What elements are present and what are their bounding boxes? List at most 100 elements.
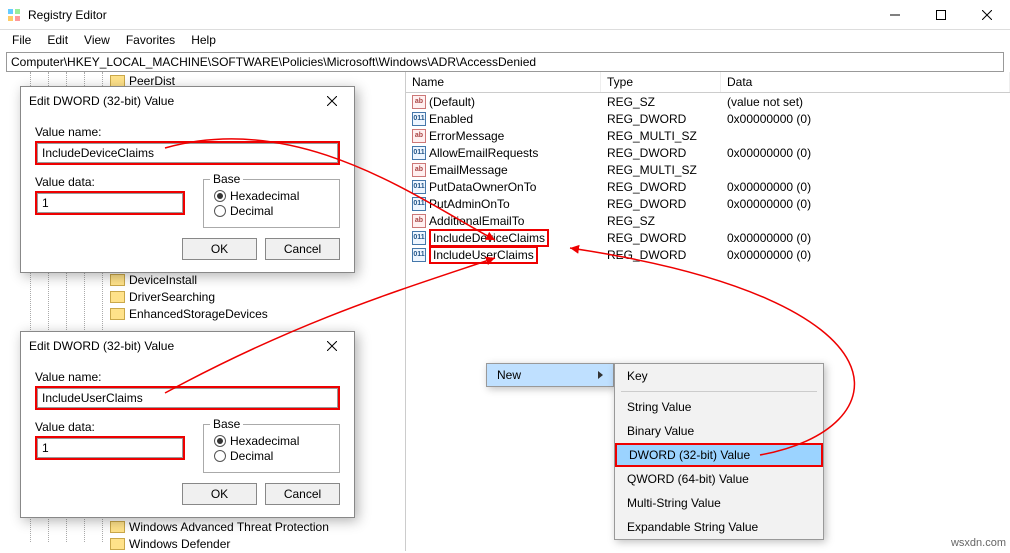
- dialog-title: Edit DWORD (32-bit) Value: [29, 339, 174, 353]
- folder-icon: [110, 538, 125, 550]
- base-groupbox: Base Hexadecimal Decimal: [203, 179, 340, 228]
- context-menu-item-string[interactable]: String Value: [615, 395, 823, 419]
- string-value-icon: ab: [412, 129, 426, 143]
- table-row[interactable]: 011EnabledREG_DWORD0x00000000 (0): [406, 110, 1010, 127]
- menu-file[interactable]: File: [4, 32, 39, 48]
- value-name: AllowEmailRequests: [429, 146, 538, 160]
- context-menu-item-new[interactable]: New: [487, 364, 613, 386]
- value-data: 0x00000000 (0): [721, 109, 1010, 129]
- column-name[interactable]: Name: [406, 72, 601, 92]
- maximize-button[interactable]: [918, 0, 964, 30]
- value-name-input[interactable]: [37, 388, 338, 408]
- value-data: 0x00000000 (0): [721, 194, 1010, 214]
- dword-value-icon: 011: [412, 231, 426, 245]
- base-groupbox: Base Hexadecimal Decimal: [203, 424, 340, 473]
- radio-dec[interactable]: Decimal: [214, 204, 329, 218]
- value-data: [721, 167, 1010, 173]
- tree-item[interactable]: DeviceInstall: [110, 273, 197, 287]
- menubar: File Edit View Favorites Help: [0, 30, 1010, 50]
- column-type[interactable]: Type: [601, 72, 721, 92]
- radio-icon: [214, 190, 226, 202]
- menu-view[interactable]: View: [76, 32, 118, 48]
- window-title: Registry Editor: [28, 8, 872, 22]
- folder-icon: [110, 521, 125, 533]
- value-name-input[interactable]: [37, 143, 338, 163]
- menu-help[interactable]: Help: [183, 32, 224, 48]
- table-row[interactable]: 011IncludeDeviceClaimsREG_DWORD0x0000000…: [406, 229, 1010, 246]
- radio-hex[interactable]: Hexadecimal: [214, 434, 329, 448]
- table-row[interactable]: 011PutDataOwnerOnToREG_DWORD0x00000000 (…: [406, 178, 1010, 195]
- value-name: (Default): [429, 95, 475, 109]
- table-row[interactable]: 011PutAdminOnToREG_DWORD0x00000000 (0): [406, 195, 1010, 212]
- value-name: PutAdminOnTo: [429, 197, 510, 211]
- context-menu-item-key[interactable]: Key: [615, 364, 823, 388]
- table-row[interactable]: ab(Default)REG_SZ(value not set): [406, 93, 1010, 110]
- close-button[interactable]: [964, 0, 1010, 30]
- menu-edit[interactable]: Edit: [39, 32, 76, 48]
- cancel-button[interactable]: Cancel: [265, 238, 340, 260]
- dword-value-icon: 011: [412, 248, 426, 262]
- dword-value-icon: 011: [412, 180, 426, 194]
- table-row[interactable]: 011IncludeUserClaimsREG_DWORD0x00000000 …: [406, 246, 1010, 263]
- value-data: 0x00000000 (0): [721, 245, 1010, 265]
- value-data-input[interactable]: [37, 438, 183, 458]
- string-value-icon: ab: [412, 214, 426, 228]
- radio-icon: [214, 435, 226, 447]
- window-controls: [872, 0, 1010, 30]
- tree-item[interactable]: DriverSearching: [110, 290, 215, 304]
- tree-item[interactable]: EnhancedStorageDevices: [110, 307, 268, 321]
- tree-item[interactable]: Windows Defender: [110, 537, 230, 551]
- value-name: ErrorMessage: [429, 129, 504, 143]
- context-menu-new[interactable]: New: [486, 363, 614, 387]
- string-value-icon: ab: [412, 95, 426, 109]
- menu-favorites[interactable]: Favorites: [118, 32, 183, 48]
- column-data[interactable]: Data: [721, 72, 1010, 92]
- value-data: [721, 133, 1010, 139]
- edit-dword-dialog-2: Edit DWORD (32-bit) Value Value name: Va…: [20, 331, 355, 518]
- value-name: EmailMessage: [429, 163, 508, 177]
- value-name: IncludeDeviceClaims: [429, 229, 549, 247]
- context-menu-item-qword[interactable]: QWORD (64-bit) Value: [615, 467, 823, 491]
- value-name: AdditionalEmailTo: [429, 214, 524, 228]
- context-menu-item-dword[interactable]: DWORD (32-bit) Value: [615, 443, 823, 467]
- table-row[interactable]: abEmailMessageREG_MULTI_SZ: [406, 161, 1010, 178]
- ok-button[interactable]: OK: [182, 483, 257, 505]
- radio-dec[interactable]: Decimal: [214, 449, 329, 463]
- folder-icon: [110, 308, 125, 320]
- dialog-titlebar[interactable]: Edit DWORD (32-bit) Value: [21, 87, 354, 115]
- radio-hex[interactable]: Hexadecimal: [214, 189, 329, 203]
- value-name-label: Value name:: [35, 370, 340, 384]
- table-row[interactable]: 011AllowEmailRequestsREG_DWORD0x00000000…: [406, 144, 1010, 161]
- addressbar-path: Computer\HKEY_LOCAL_MACHINE\SOFTWARE\Pol…: [11, 55, 536, 69]
- addressbar[interactable]: Computer\HKEY_LOCAL_MACHINE\SOFTWARE\Pol…: [6, 52, 1004, 72]
- context-menu-item-binary[interactable]: Binary Value: [615, 419, 823, 443]
- table-row[interactable]: abErrorMessageREG_MULTI_SZ: [406, 127, 1010, 144]
- context-menu-item-multistring[interactable]: Multi-String Value: [615, 491, 823, 515]
- value-data: [721, 218, 1010, 224]
- base-legend: Base: [210, 172, 243, 186]
- app-icon: [6, 7, 22, 23]
- ok-button[interactable]: OK: [182, 238, 257, 260]
- value-name-label: Value name:: [35, 125, 340, 139]
- dialog-title: Edit DWORD (32-bit) Value: [29, 94, 174, 108]
- folder-icon: [110, 291, 125, 303]
- value-data-label: Value data:: [35, 420, 185, 434]
- dialog-titlebar[interactable]: Edit DWORD (32-bit) Value: [21, 332, 354, 360]
- chevron-right-icon: [598, 371, 603, 379]
- list-body[interactable]: ab(Default)REG_SZ(value not set)011Enabl…: [406, 93, 1010, 263]
- context-submenu[interactable]: Key String Value Binary Value DWORD (32-…: [614, 363, 824, 540]
- radio-icon: [214, 450, 226, 462]
- tree-item[interactable]: Windows Advanced Threat Protection: [110, 520, 329, 534]
- context-menu-item-expandstring[interactable]: Expandable String Value: [615, 515, 823, 539]
- value-name: Enabled: [429, 112, 473, 126]
- list-header[interactable]: Name Type Data: [406, 72, 1010, 93]
- minimize-button[interactable]: [872, 0, 918, 30]
- close-icon[interactable]: [310, 332, 354, 360]
- dword-value-icon: 011: [412, 112, 426, 126]
- value-data-input[interactable]: [37, 193, 183, 213]
- watermark: wsxdn.com: [951, 537, 1006, 549]
- table-row[interactable]: abAdditionalEmailToREG_SZ: [406, 212, 1010, 229]
- value-name: IncludeUserClaims: [429, 246, 538, 264]
- cancel-button[interactable]: Cancel: [265, 483, 340, 505]
- close-icon[interactable]: [310, 87, 354, 115]
